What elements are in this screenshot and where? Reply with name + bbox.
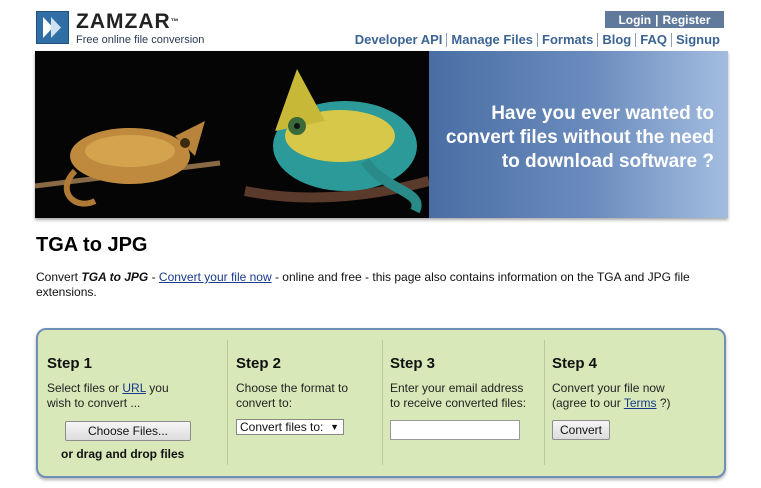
step-2: Step 2 Choose the format to convert to: C… <box>228 330 382 476</box>
url-link[interactable]: URL <box>122 381 146 395</box>
page-title: TGA to JPG <box>36 234 148 256</box>
convert-now-link[interactable]: Convert your file now <box>159 270 272 284</box>
nav-formats[interactable]: Formats <box>537 33 597 47</box>
dropdown-arrow-icon: ▼ <box>330 422 339 432</box>
step-3-text: Enter your email address to receive conve… <box>390 381 527 410</box>
step-2-title: Step 2 <box>236 355 282 372</box>
step-1-text: Select files or URL you wish to convert .… <box>47 381 169 410</box>
step-3: Step 3 Enter your email address to receiv… <box>382 330 544 476</box>
brand-tagline: Free online file conversion <box>76 34 205 46</box>
logo-arrow-icon <box>36 11 69 44</box>
banner-message: Have you ever wanted to convert files wi… <box>445 103 714 172</box>
step-4-title: Step 4 <box>552 355 598 372</box>
banner-message-panel: Have you ever wanted to convert files wi… <box>429 51 728 218</box>
top-nav: Developer API Manage Files Formats Blog … <box>351 33 724 47</box>
nav-manage-files[interactable]: Manage Files <box>446 33 537 47</box>
register-link[interactable]: Register <box>662 13 710 27</box>
terms-link[interactable]: Terms <box>624 396 657 410</box>
format-select[interactable]: Convert files to: ▼ <box>236 419 344 435</box>
step-2-text: Choose the format to convert to: <box>236 381 349 410</box>
step-4-text: Convert your file now (agree to our Terms… <box>552 381 671 410</box>
step-3-title: Step 3 <box>390 355 436 372</box>
convert-button[interactable]: Convert <box>552 420 610 440</box>
nav-developer-api[interactable]: Developer API <box>351 33 447 47</box>
chameleon-image <box>35 51 431 218</box>
login-link[interactable]: Login <box>618 13 651 27</box>
step-1: Step 1 Select files or URL you wish to co… <box>38 330 228 476</box>
brand-name: ZAMZAR™ <box>76 10 179 33</box>
step-4: Step 4 Convert your file now (agree to ou… <box>544 330 726 476</box>
choose-files-button[interactable]: Choose Files... <box>65 421 191 441</box>
nav-blog[interactable]: Blog <box>597 33 635 47</box>
account-bar: Login | Register <box>605 11 724 28</box>
nav-signup[interactable]: Signup <box>670 33 724 47</box>
nav-faq[interactable]: FAQ <box>635 33 671 47</box>
account-separator: | <box>655 12 659 27</box>
conversion-steps-panel: Step 1 Select files or URL you wish to co… <box>36 328 726 478</box>
step-1-title: Step 1 <box>47 355 93 372</box>
email-field[interactable] <box>390 420 520 440</box>
zamzar-logo[interactable]: ZAMZAR™ Free online file conversion <box>36 11 204 46</box>
page-description: Convert TGA to JPG - Convert your file n… <box>36 270 690 299</box>
drag-drop-hint: or drag and drop files <box>61 447 185 461</box>
hero-banner: Have you ever wanted to convert files wi… <box>35 51 728 218</box>
